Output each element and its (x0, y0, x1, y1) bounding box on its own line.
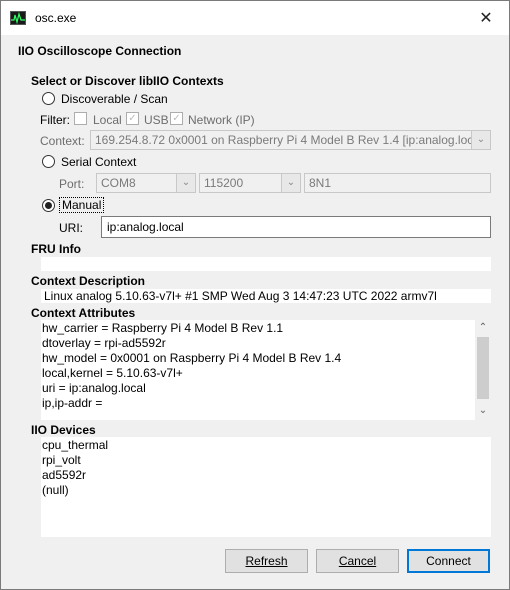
manual-label[interactable]: Manual (59, 197, 105, 213)
dialog-heading: IIO Oscilloscope Connection (18, 44, 182, 58)
fru-info-title: FRU Info (31, 242, 81, 256)
chevron-down-icon[interactable]: ⌄ (475, 404, 491, 420)
filter-label: Filter: (40, 113, 70, 127)
list-item: rpi_volt (42, 453, 81, 467)
refresh-button[interactable]: Refresh (225, 549, 308, 573)
filter-usb-label: USB (144, 113, 169, 127)
connect-button-label: Connect (426, 554, 471, 568)
filter-local-checkbox[interactable] (74, 112, 87, 125)
list-item: hw_model = 0x0001 on Raspberry Pi 4 Mode… (42, 351, 342, 365)
manual-radio[interactable] (42, 199, 55, 212)
port-select-value: COM8 (101, 176, 136, 190)
serial-format-field[interactable]: 8N1 (304, 173, 491, 193)
filter-network-label: Network (IP) (188, 113, 255, 127)
serial-format-value: 8N1 (309, 176, 332, 190)
list-item: ad5592r (42, 468, 87, 482)
context-label: Context: (40, 134, 85, 148)
connect-button[interactable]: Connect (407, 549, 490, 573)
uri-label: URI: (59, 221, 83, 235)
context-attributes-list[interactable]: hw_carrier = Raspberry Pi 4 Model B Rev … (41, 320, 491, 420)
list-item: uri = ip:analog.local (42, 381, 146, 395)
list-item: hw_carrier = Raspberry Pi 4 Model B Rev … (42, 321, 284, 335)
port-label: Port: (59, 177, 85, 191)
list-item: ip,ip-addr = (42, 396, 103, 410)
context-description-text: Linux analog 5.10.63-v7l+ #1 SMP Wed Aug… (44, 289, 437, 303)
chevron-down-icon: ⌄ (176, 174, 195, 192)
contexts-section-title: Select or Discover libIIO Contexts (31, 74, 224, 88)
fru-info-box (41, 257, 491, 271)
scrollbar-thumb[interactable] (477, 337, 489, 399)
filter-usb-checkbox[interactable]: ✓ (126, 112, 139, 125)
title-bar: osc.exe ✕ (1, 1, 509, 35)
discoverable-label[interactable]: Discoverable / Scan (61, 92, 168, 106)
list-item: cpu_thermal (42, 438, 109, 452)
context-select[interactable]: 169.254.8.72 0x0001 on Raspberry Pi 4 Mo… (90, 130, 491, 150)
chevron-down-icon: ⌄ (281, 174, 300, 192)
port-select[interactable]: COM8 ⌄ (96, 173, 196, 193)
oscilloscope-app-icon (10, 11, 26, 25)
context-attributes-title: Context Attributes (31, 306, 136, 320)
filter-network-checkbox[interactable]: ✓ (170, 112, 183, 125)
baud-select[interactable]: 115200 ⌄ (199, 173, 301, 193)
window-title: osc.exe (35, 11, 77, 25)
iio-devices-list[interactable]: cpu_thermal rpi_volt ad5592r (null) (41, 437, 491, 537)
chevron-up-icon[interactable]: ⌃ (475, 320, 491, 336)
list-item: local,kernel = 5.10.63-v7l+ (42, 366, 183, 380)
serial-context-label[interactable]: Serial Context (61, 155, 136, 169)
context-description-box: Linux analog 5.10.63-v7l+ #1 SMP Wed Aug… (41, 289, 491, 303)
cancel-button[interactable]: Cancel (316, 549, 399, 573)
list-item: (null) (42, 483, 69, 497)
context-select-value: 169.254.8.72 0x0001 on Raspberry Pi 4 Mo… (95, 133, 486, 147)
dialog-window: osc.exe ✕ IIO Oscilloscope Connection Se… (0, 0, 510, 590)
context-description-title: Context Description (31, 274, 146, 288)
discoverable-radio[interactable] (42, 92, 55, 105)
uri-input[interactable]: ip:analog.local (101, 216, 491, 238)
filter-local-label: Local (93, 113, 122, 127)
chevron-down-icon: ⌄ (471, 131, 490, 149)
baud-select-value: 115200 (204, 176, 244, 190)
serial-context-radio[interactable] (42, 155, 55, 168)
refresh-button-label: Refresh (245, 554, 288, 568)
scrollbar[interactable]: ⌃ ⌄ (475, 320, 491, 420)
close-icon[interactable]: ✕ (463, 1, 509, 35)
cancel-button-label: Cancel (338, 554, 377, 568)
list-item: dtoverlay = rpi-ad5592r (42, 336, 166, 350)
iio-devices-title: IIO Devices (31, 423, 96, 437)
